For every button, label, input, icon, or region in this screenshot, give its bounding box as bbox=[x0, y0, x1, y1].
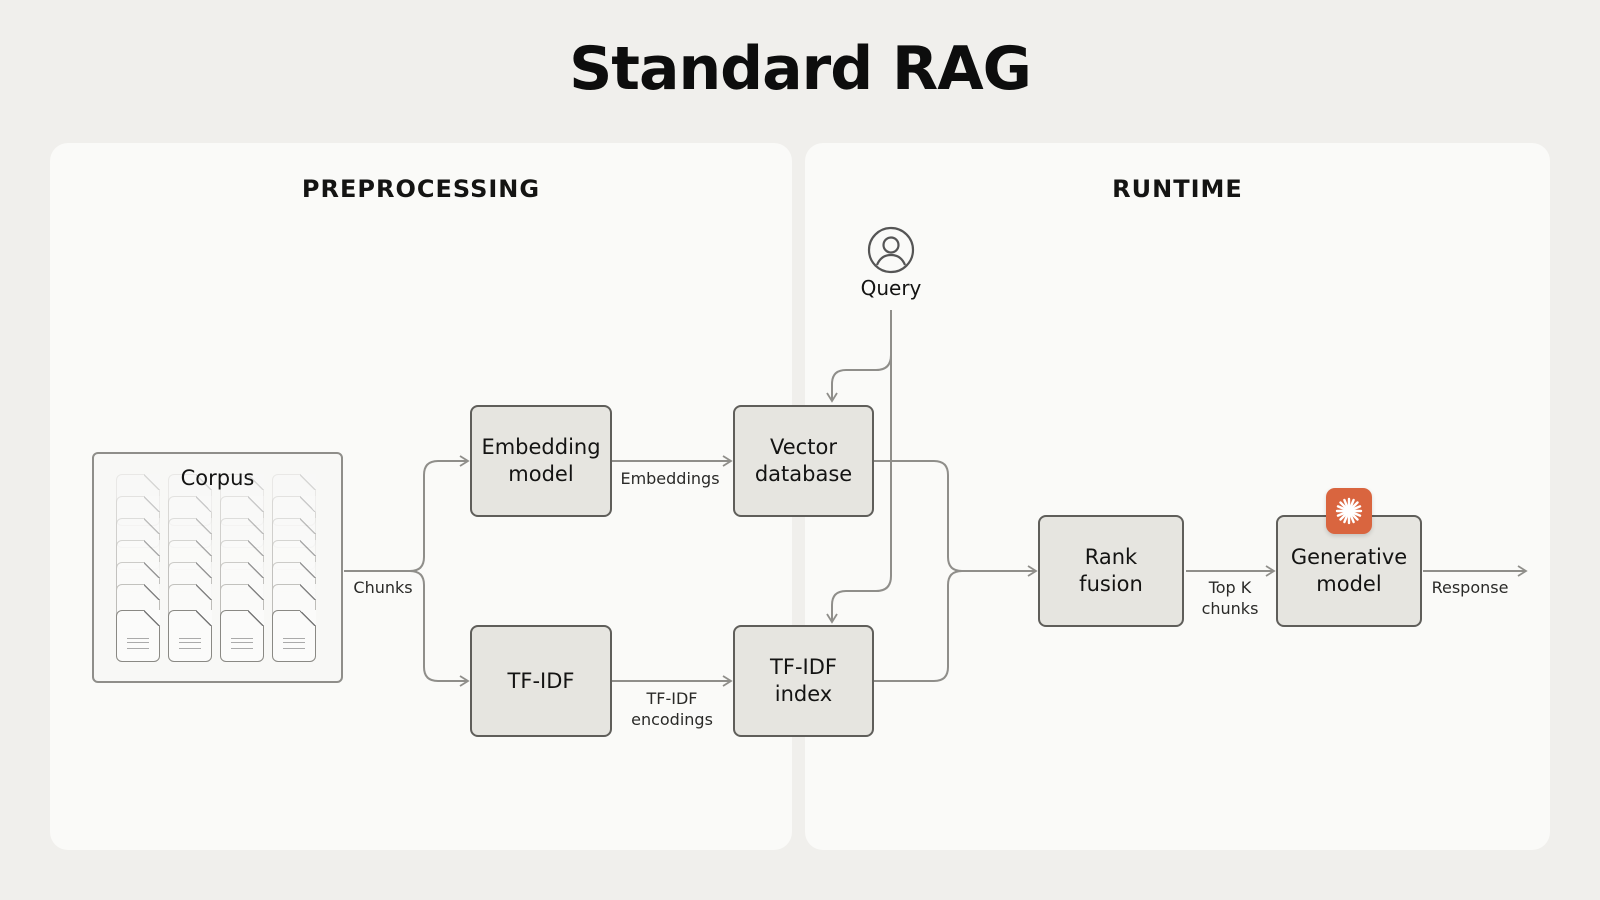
document-stack bbox=[272, 474, 318, 664]
tfidf-node: TF-IDF bbox=[470, 625, 612, 737]
edge-vector-to-fusion bbox=[874, 460, 963, 572]
corpus-node: Corpus bbox=[92, 452, 343, 683]
edge-chunks-to-embedding bbox=[344, 455, 470, 572]
response-label: Response bbox=[1431, 578, 1509, 597]
query-node: Query bbox=[851, 226, 931, 300]
user-circle-icon bbox=[867, 226, 915, 274]
top-k-chunks-label: Top K chunks bbox=[1201, 578, 1259, 618]
chunks-label: Chunks bbox=[353, 578, 413, 597]
tfidf-encodings-label: TF-IDF encodings bbox=[631, 689, 713, 729]
vector-database-node: Vector database bbox=[733, 405, 874, 517]
document-icon bbox=[220, 610, 264, 662]
document-stack bbox=[220, 474, 266, 664]
document-stack bbox=[168, 474, 214, 664]
document-stack bbox=[116, 474, 162, 664]
embedding-model-node: Embedding model bbox=[470, 405, 612, 517]
edge-query-to-vector bbox=[826, 310, 892, 403]
document-icon bbox=[168, 610, 212, 662]
document-icon bbox=[272, 610, 316, 662]
edge-tfidf-index-to-fusion bbox=[874, 565, 1038, 682]
tfidf-index-node: TF-IDF index bbox=[733, 625, 874, 737]
panel-gap bbox=[792, 515, 805, 625]
corpus-label: Corpus bbox=[180, 466, 255, 490]
edge-chunks-to-tfidf bbox=[409, 570, 470, 687]
rank-fusion-node: Rank fusion bbox=[1038, 515, 1184, 627]
document-icon bbox=[116, 610, 160, 662]
query-label: Query bbox=[860, 276, 922, 300]
claude-sparkle-icon bbox=[1326, 488, 1372, 534]
embeddings-label: Embeddings bbox=[620, 469, 720, 488]
